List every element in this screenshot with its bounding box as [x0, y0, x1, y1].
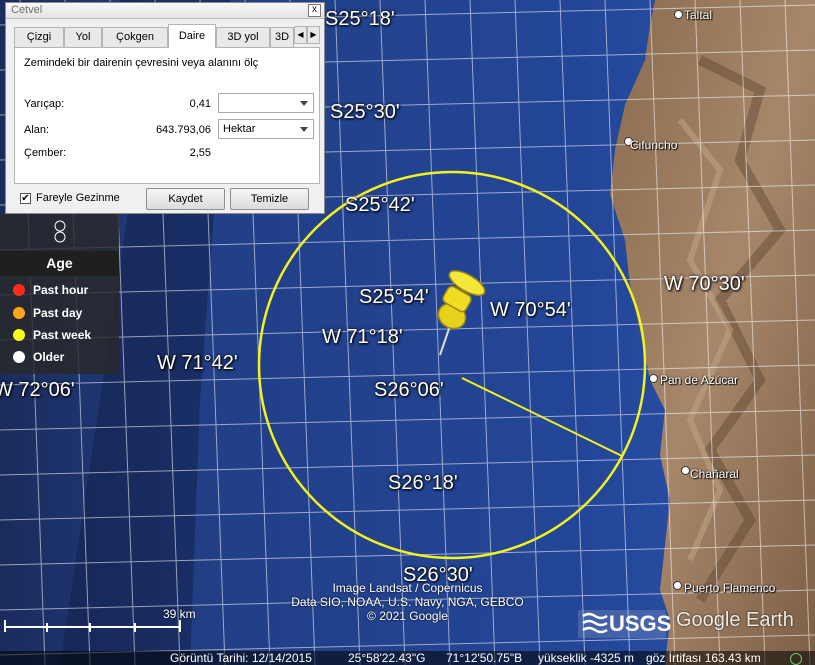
tab-line[interactable]: Çizgi [14, 27, 64, 47]
credit-line-2: Data SIO, NOAA, U.S. Navy, NGA, GEBCO [291, 595, 524, 609]
place-pan-de-azucar[interactable]: Pan de Azúcar [660, 373, 738, 387]
dialog-title: Cetvel [11, 4, 43, 16]
area-unit-select[interactable]: Hektar [218, 119, 314, 139]
legend-dot-icon [13, 284, 25, 296]
chevron-down-icon [300, 101, 308, 106]
panel-description: Zemindeki bir dairenin çevresini veya al… [24, 57, 259, 69]
legend-dot-icon [13, 307, 25, 319]
legend-title: Age [0, 251, 119, 276]
scale-label: 39 km [163, 607, 196, 621]
grid-label-lat: S25°30' [330, 101, 400, 123]
place-marker[interactable] [681, 466, 690, 475]
tab-polygon[interactable]: Çokgen [102, 27, 168, 47]
place-taltal[interactable]: Taltal [684, 8, 712, 22]
clear-button[interactable]: Temizle [230, 188, 309, 210]
close-button[interactable]: x [308, 4, 321, 17]
image-date: Görüntü Tarihi: 12/14/2015 [170, 651, 312, 665]
tab-3d-polygon[interactable]: 3D [270, 27, 294, 47]
legend-panel: Age Past hour Past day Past week Older [0, 214, 119, 374]
grid-label-lat: S26°18' [388, 472, 458, 494]
grid-label-lon: W 72°06' [0, 379, 75, 401]
legend-dot-icon [13, 351, 25, 363]
legend-item: Older [13, 350, 64, 364]
credit-line-3: © 2021 Google [367, 609, 448, 623]
longitude-readout: 71°12'50.75"B [446, 651, 523, 665]
legend-icon [52, 216, 68, 246]
tab-scroll-right-icon[interactable]: ▶ [307, 26, 320, 44]
circumference-label: Çember: [24, 147, 67, 159]
grid-label-lat: S25°42' [345, 194, 415, 216]
legend-dot-icon [13, 329, 25, 341]
dialog-titlebar[interactable]: Cetvel x [6, 3, 324, 19]
legend-item: Past day [13, 306, 82, 320]
grid-label-lon: W 71°18' [322, 326, 403, 348]
latitude-readout: 25°58'22.43"G [348, 651, 426, 665]
streaming-icon [790, 653, 802, 665]
legend-item: Past hour [13, 283, 88, 297]
grid-label-lat: S26°06' [374, 379, 444, 401]
place-puerto-flamenco[interactable]: Puerto Flamenco [684, 581, 775, 595]
status-bar: Görüntü Tarihi: 12/14/2015 25°58'22.43"G… [0, 651, 815, 665]
save-button[interactable]: Kaydet [146, 188, 225, 210]
area-value: 643.793,06 [155, 124, 211, 136]
place-marker[interactable] [649, 374, 658, 383]
place-chanaral[interactable]: Chañaral [690, 467, 739, 481]
elevation-readout: yükseklik -4325 m [538, 651, 635, 665]
tab-scroll-left-icon[interactable]: ◀ [294, 26, 307, 44]
grid-label-lat: S25°54' [359, 286, 429, 308]
grid-label-lon: W 71°42' [157, 352, 238, 374]
tab-circle[interactable]: Daire [168, 24, 216, 48]
eye-altitude-readout: göz İrtifası 163.43 km [646, 651, 761, 665]
grid-label-lat: S25°18' [325, 8, 395, 30]
tab-strip: Çizgi Yol Çokgen Daire 3D yol 3D ◀ ▶ [14, 24, 320, 48]
circumference-value: 2,55 [189, 147, 211, 159]
place-cifuncho[interactable]: Cifuncho [630, 138, 677, 152]
radius-label: Yarıçap: [24, 98, 65, 110]
place-marker[interactable] [674, 10, 683, 19]
mouse-nav-label[interactable]: Fareyle Gezinme [36, 192, 120, 204]
chevron-down-icon [300, 127, 308, 132]
grid-label-lon: W 70°30' [664, 273, 745, 295]
google-earth-logo: Google Earth [676, 609, 794, 631]
mouse-nav-checkbox[interactable]: ✔ [20, 193, 31, 204]
usgs-text: USGS [609, 611, 672, 636]
area-unit-value: Hektar [223, 123, 256, 135]
legend-item: Past week [13, 328, 91, 342]
radius-value: 0,41 [189, 98, 211, 110]
grid-label-lon: W 70°54' [490, 299, 571, 321]
tab-path[interactable]: Yol [64, 27, 102, 47]
place-marker[interactable] [673, 581, 682, 590]
circle-panel: Zemindeki bir dairenin çevresini veya al… [14, 47, 320, 184]
imagery-credit: Image Landsat / Copernicus Data SIO, NOA… [280, 581, 535, 623]
tab-3d-path[interactable]: 3D yol [216, 27, 270, 47]
area-label: Alan: [24, 124, 50, 136]
credit-line-1: Image Landsat / Copernicus [332, 581, 483, 595]
radius-unit-select[interactable] [218, 93, 314, 113]
ruler-dialog[interactable]: Cetvel x Çizgi Yol Çokgen Daire 3D yol 3… [5, 2, 325, 214]
